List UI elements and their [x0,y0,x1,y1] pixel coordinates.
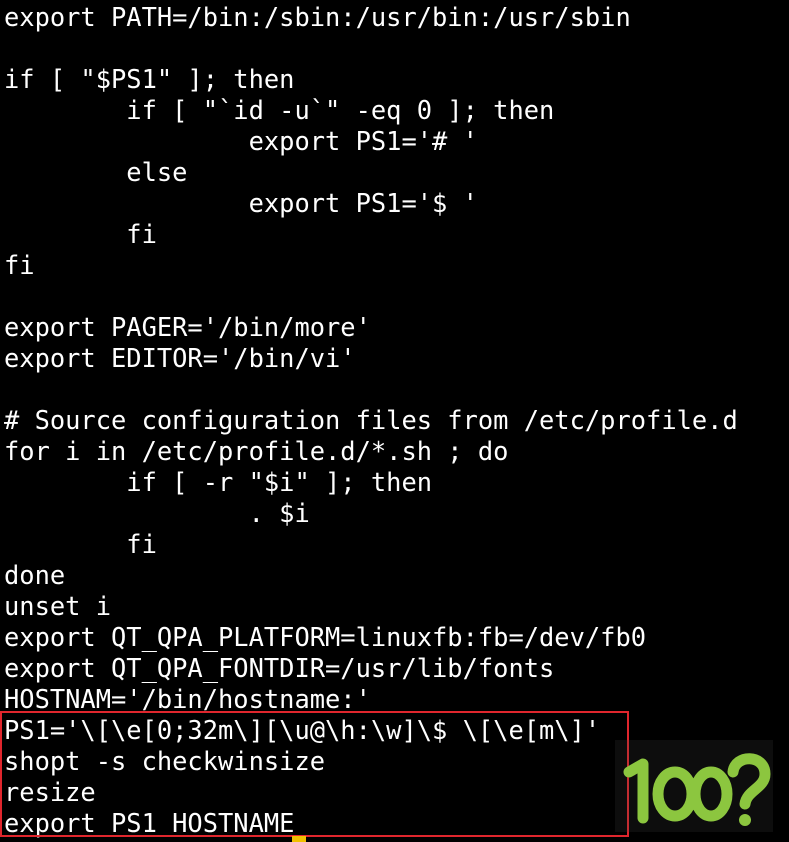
code-line: export EDITOR='/bin/vi' [4,343,356,373]
terminal-window[interactable]: export PATH=/bin:/sbin:/usr/bin:/usr/sbi… [0,0,789,842]
code-line: fi [4,529,157,559]
text-cursor [292,836,306,842]
code-line: for i in /etc/profile.d/*.sh ; do [4,436,509,466]
code-line: export PAGER='/bin/more' [4,312,371,342]
code-line: fi [4,219,157,249]
site-logo-graphic [623,753,771,826]
code-line: . $i [4,498,310,528]
code-line: export PS1='$ ' [4,188,478,218]
code-line: if [ -r "$i" ]; then [4,467,433,497]
code-line: PS1='\[\e[0;32m\][\u@\h:\w]\$ \[\e[m\]' [4,715,601,745]
code-line: else [4,157,188,187]
code-line: if [ "`id -u`" -eq 0 ]; then [4,95,555,125]
code-line: resize [4,777,96,807]
code-line: if [ "$PS1" ]; then [4,64,295,94]
code-line: export PS1='# ' [4,126,478,156]
code-line: export PATH=/bin:/sbin:/usr/bin:/usr/sbi… [4,2,631,32]
site-logo-icon [615,740,773,832]
code-line: export QT_QPA_PLATFORM=linuxfb:fb=/dev/f… [4,622,647,652]
code-line: export QT_QPA_FONTDIR=/usr/lib/fonts [4,653,555,683]
code-line: shopt -s checkwinsize [4,746,326,776]
code-line: fi [4,250,35,280]
code-line: done [4,560,66,590]
code-line: # Source configuration files from /etc/p… [4,405,738,435]
code-line: HOSTNAM='/bin/hostname:' [4,684,371,714]
code-line: export PS1 HOSTNAME [4,808,295,838]
code-line: unset i [4,591,112,621]
